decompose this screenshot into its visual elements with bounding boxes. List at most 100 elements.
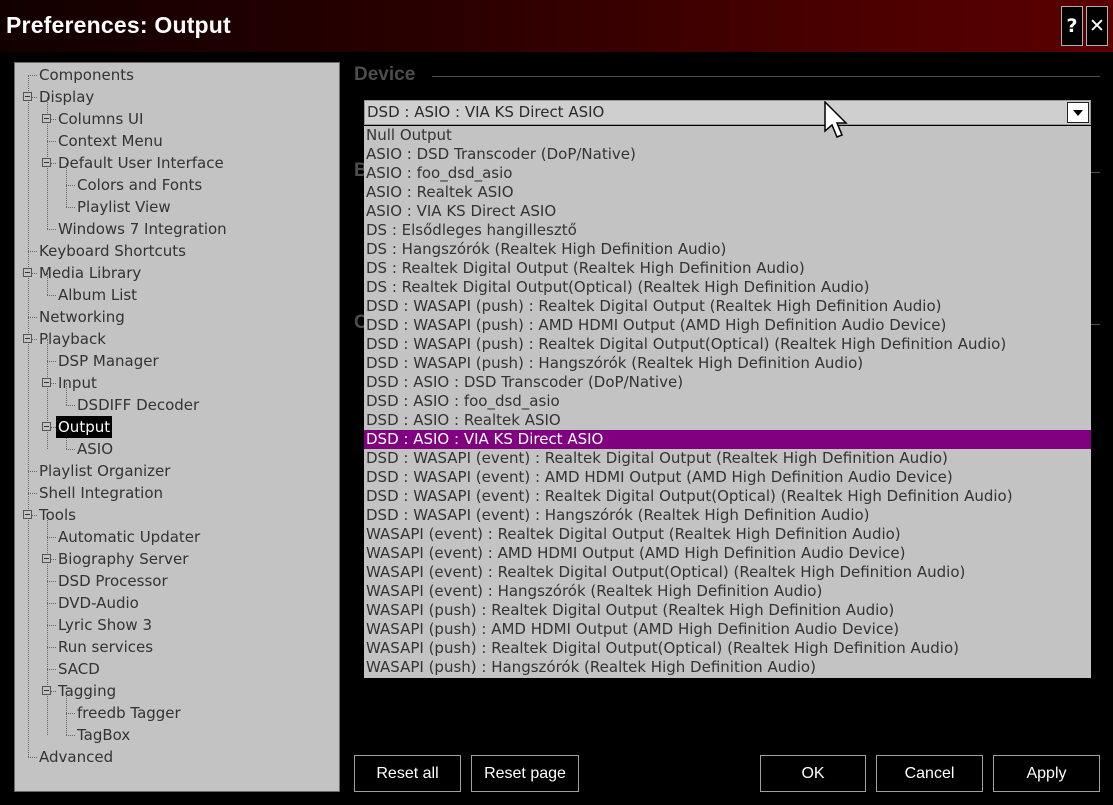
tree-guide-line: [28, 251, 37, 252]
chevron-down-icon[interactable]: [1067, 102, 1089, 123]
tree-guide-line: [66, 735, 75, 736]
preferences-tree[interactable]: Components Display Columns UI Context Menu D…: [14, 62, 340, 792]
device-option[interactable]: DS : Hangszórók (Realtek High Definition…: [364, 240, 1091, 259]
tree-item-columns-ui[interactable]: Columns UI: [58, 108, 143, 130]
title-bar: Preferences: Output ? ✕: [0, 0, 1113, 52]
device-option[interactable]: DSD : WASAPI (push) : Realtek Digital Ou…: [364, 297, 1091, 316]
device-option[interactable]: ASIO : foo_dsd_asio: [364, 164, 1091, 183]
help-button[interactable]: ?: [1061, 6, 1083, 46]
tree-item-playlist-organizer[interactable]: Playlist Organizer: [39, 460, 170, 482]
tree-collapse-icon[interactable]: [42, 422, 51, 431]
tree-item-output[interactable]: Output: [56, 416, 113, 438]
device-option[interactable]: WASAPI (push) : AMD HDMI Output (AMD Hig…: [364, 620, 1091, 639]
device-option[interactable]: DS : Realtek Digital Output(Optical) (Re…: [364, 278, 1091, 297]
cancel-button[interactable]: Cancel: [876, 755, 983, 792]
device-option[interactable]: ASIO : Realtek ASIO: [364, 183, 1091, 202]
device-option[interactable]: DS : Elsődleges hangillesztő: [364, 221, 1091, 240]
tree-item-windows-7-integration[interactable]: Windows 7 Integration: [58, 218, 227, 240]
apply-button[interactable]: Apply: [993, 755, 1100, 792]
tree-item-default-user-interface[interactable]: Default User Interface: [58, 152, 224, 174]
tree-guide-line: [47, 669, 56, 670]
tree-item-freedb-tagger[interactable]: freedb Tagger: [77, 702, 181, 724]
device-option[interactable]: DSD : WASAPI (event) : Realtek Digital O…: [364, 449, 1091, 468]
tree-collapse-icon[interactable]: [23, 510, 32, 519]
tree-item-sacd[interactable]: SACD: [58, 658, 100, 680]
section-divider: [432, 76, 1100, 77]
tree-item-biography-server[interactable]: Biography Server: [58, 548, 188, 570]
tree-guide-line: [66, 713, 75, 714]
device-option[interactable]: DSD : ASIO : foo_dsd_asio: [364, 392, 1091, 411]
device-option[interactable]: WASAPI (push) : Realtek Digital Output(O…: [364, 639, 1091, 658]
tree-guide-line: [28, 317, 37, 318]
tree-collapse-icon[interactable]: [42, 686, 51, 695]
tree-item-colors-and-fonts[interactable]: Colors and Fonts: [77, 174, 202, 196]
hidden-section-divider: [1091, 172, 1100, 173]
tree-collapse-icon[interactable]: [23, 92, 32, 101]
close-button[interactable]: ✕: [1086, 6, 1108, 46]
device-option[interactable]: WASAPI (event) : Hangszórók (Realtek Hig…: [364, 582, 1091, 601]
device-option[interactable]: DSD : ASIO : Realtek ASIO: [364, 411, 1091, 430]
tree-item-input[interactable]: Input: [58, 372, 97, 394]
device-option[interactable]: ASIO : VIA KS Direct ASIO: [364, 202, 1091, 221]
tree-item-keyboard-shortcuts[interactable]: Keyboard Shortcuts: [39, 240, 186, 262]
device-option[interactable]: WASAPI (push) : Realtek Digital Output (…: [364, 601, 1091, 620]
tree-item-tagging[interactable]: Tagging: [58, 680, 116, 702]
tree-guide-line: [47, 339, 48, 449]
device-select[interactable]: DSD : ASIO : VIA KS Direct ASIO: [364, 100, 1091, 125]
tree-collapse-icon[interactable]: [42, 378, 51, 387]
tree-item-display[interactable]: Display: [39, 86, 94, 108]
tree-guide-line: [28, 493, 37, 494]
device-section-title: Device: [354, 64, 416, 85]
tree-guide-line: [47, 625, 56, 626]
device-option[interactable]: DSD : WASAPI (push) : Realtek Digital Ou…: [364, 335, 1091, 354]
tree-item-dsd-processor[interactable]: DSD Processor: [58, 570, 168, 592]
tree-collapse-icon[interactable]: [23, 334, 32, 343]
tree-item-lyric-show-3[interactable]: Lyric Show 3: [58, 614, 152, 636]
ok-button[interactable]: OK: [760, 755, 866, 792]
tree-item-run-services[interactable]: Run services: [58, 636, 153, 658]
device-option[interactable]: DS : Realtek Digital Output (Realtek Hig…: [364, 259, 1091, 278]
device-option[interactable]: DSD : WASAPI (event) : AMD HDMI Output (…: [364, 468, 1091, 487]
tree-item-asio[interactable]: ASIO: [77, 438, 113, 460]
tree-collapse-icon[interactable]: [42, 114, 51, 123]
tree-collapse-icon[interactable]: [42, 554, 51, 563]
device-option[interactable]: DSD : WASAPI (push) : Hangszórók (Realte…: [364, 354, 1091, 373]
tree-item-media-library[interactable]: Media Library: [39, 262, 141, 284]
tree-item-advanced[interactable]: Advanced: [39, 746, 113, 768]
tree-item-dvd-audio[interactable]: DVD-Audio: [58, 592, 139, 614]
tree-item-album-list[interactable]: Album List: [58, 284, 137, 306]
device-option[interactable]: WASAPI (event) : Realtek Digital Output …: [364, 525, 1091, 544]
device-option[interactable]: Null Output: [364, 126, 1091, 145]
tree-item-context-menu[interactable]: Context Menu: [58, 130, 163, 152]
tree-guide-line: [47, 647, 56, 648]
device-option[interactable]: WASAPI (push) : Hangszórók (Realtek High…: [364, 658, 1091, 677]
tree-item-components[interactable]: Components: [39, 64, 134, 86]
device-option[interactable]: DSD : WASAPI (event) : Hangszórók (Realt…: [364, 506, 1091, 525]
device-option[interactable]: DSD : ASIO : VIA KS Direct ASIO: [364, 430, 1091, 449]
tree-item-tools[interactable]: Tools: [39, 504, 76, 526]
tree-item-playlist-view[interactable]: Playlist View: [77, 196, 171, 218]
tree-guide-line: [28, 471, 37, 472]
device-option[interactable]: WASAPI (event) : Realtek Digital Output(…: [364, 563, 1091, 582]
device-select-value: DSD : ASIO : VIA KS Direct ASIO: [367, 103, 605, 121]
tree-item-networking[interactable]: Networking: [39, 306, 125, 328]
tree-guide-line: [47, 581, 56, 582]
device-option[interactable]: DSD : WASAPI (push) : AMD HDMI Output (A…: [364, 316, 1091, 335]
tree-item-dsdiff-decoder[interactable]: DSDIFF Decoder: [77, 394, 199, 416]
tree-collapse-icon[interactable]: [42, 158, 51, 167]
tree-item-playback[interactable]: Playback: [39, 328, 106, 350]
tree-item-automatic-updater[interactable]: Automatic Updater: [58, 526, 200, 548]
tree-guide-line: [28, 75, 29, 757]
device-dropdown-list[interactable]: Null Output ASIO : DSD Transcoder (DoP/Na…: [364, 126, 1091, 678]
tree-item-shell-integration[interactable]: Shell Integration: [39, 482, 163, 504]
device-option[interactable]: WASAPI (event) : AMD HDMI Output (AMD Hi…: [364, 544, 1091, 563]
tree-guide-line: [47, 537, 56, 538]
tree-collapse-icon[interactable]: [23, 268, 32, 277]
tree-item-tagbox[interactable]: TagBox: [77, 724, 130, 746]
device-option[interactable]: ASIO : DSD Transcoder (DoP/Native): [364, 145, 1091, 164]
device-option[interactable]: DSD : WASAPI (event) : Realtek Digital O…: [364, 487, 1091, 506]
reset-page-button[interactable]: Reset page: [471, 755, 579, 792]
reset-all-button[interactable]: Reset all: [354, 755, 461, 792]
tree-item-dsp-manager[interactable]: DSP Manager: [58, 350, 159, 372]
device-option[interactable]: DSD : ASIO : DSD Transcoder (DoP/Native): [364, 373, 1091, 392]
